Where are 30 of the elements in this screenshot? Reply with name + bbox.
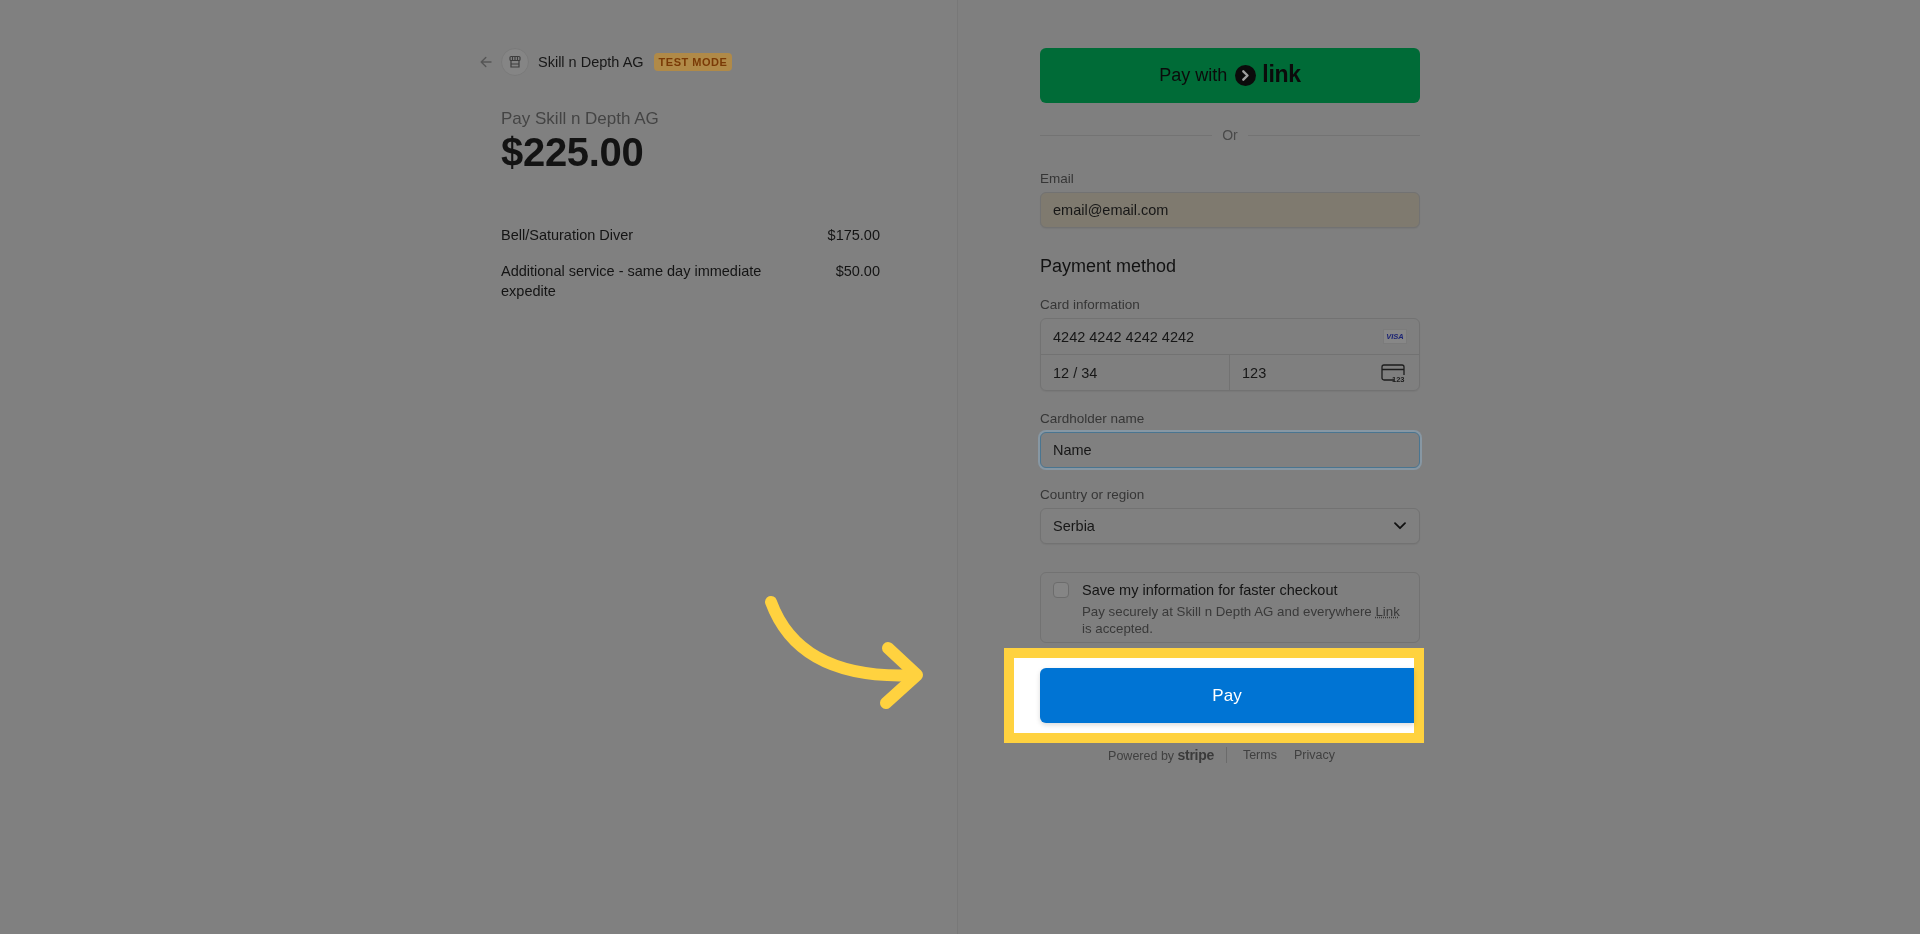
card-information-label: Card information [1040, 296, 1140, 314]
save-info-description: Pay securely at Skill n Depth AG and everywhere Link is accepted. [1082, 603, 1401, 637]
chevron-circle-icon [1235, 65, 1257, 86]
footer-link[interactable]: Privacy [1293, 748, 1335, 762]
payment-method-heading: Payment method [1040, 255, 1177, 278]
powered-by-stripe: Powered by stripe [1108, 747, 1214, 763]
pay-button[interactable]: Pay [1040, 668, 1414, 723]
back-arrow-icon[interactable] [480, 56, 492, 68]
cardholder-name-label: Cardholder name [1040, 410, 1145, 428]
store-icon [501, 48, 529, 76]
chevron-down-icon [1394, 522, 1406, 530]
email-input[interactable]: email@email.com [1040, 192, 1420, 228]
footer-link[interactable]: Terms [1242, 748, 1277, 762]
expiry-input[interactable]: 12 / 34 [1041, 355, 1230, 390]
total-amount: $225.00 [501, 130, 644, 174]
save-info-title: Save my information for faster checkout [1082, 582, 1338, 599]
email-label: Email [1040, 170, 1074, 188]
country-label: Country or region [1040, 486, 1145, 504]
pay-title: Pay Skill n Depth AG [501, 108, 659, 130]
cardholder-name-input[interactable]: Name [1040, 432, 1420, 468]
country-select[interactable]: Serbia [1040, 508, 1420, 544]
link-link[interactable]: Link [1375, 604, 1400, 619]
line-item-price: $175.00 [827, 226, 880, 245]
line-item-name: Additional service - same day immediate expedite [501, 262, 763, 301]
business-name: Skill n Depth AG [538, 54, 644, 70]
save-info-checkbox[interactable] [1053, 582, 1069, 598]
line-item-name: Bell/Saturation Diver [501, 226, 634, 245]
line-item-price: $50.00 [835, 262, 880, 281]
test-mode-badge: TEST MODE [653, 53, 733, 71]
pay-with-link-button[interactable]: Pay with link [1040, 48, 1420, 103]
